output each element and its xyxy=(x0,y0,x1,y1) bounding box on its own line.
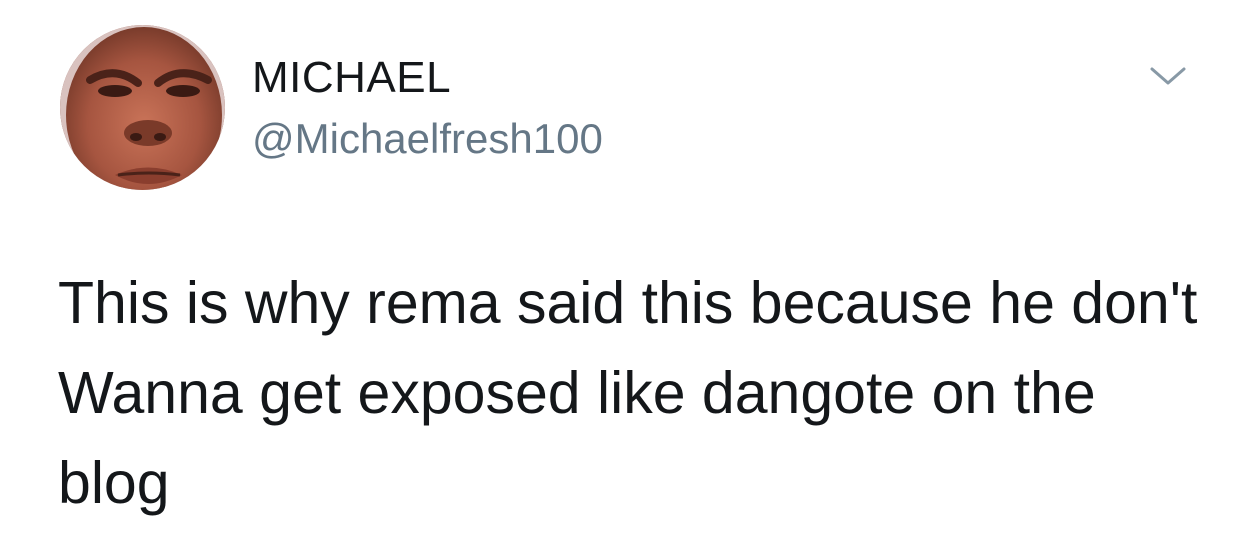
tweet-card: MICHAEL @Michaelfresh100 This is why rem… xyxy=(0,0,1242,558)
display-name[interactable]: MICHAEL xyxy=(252,52,451,104)
chevron-down-icon[interactable] xyxy=(1146,60,1190,90)
tweet-text: This is why rema said this because he do… xyxy=(58,270,1198,516)
profile-photo-icon xyxy=(60,25,225,190)
user-handle[interactable]: @Michaelfresh100 xyxy=(252,114,603,164)
avatar[interactable] xyxy=(60,25,225,190)
